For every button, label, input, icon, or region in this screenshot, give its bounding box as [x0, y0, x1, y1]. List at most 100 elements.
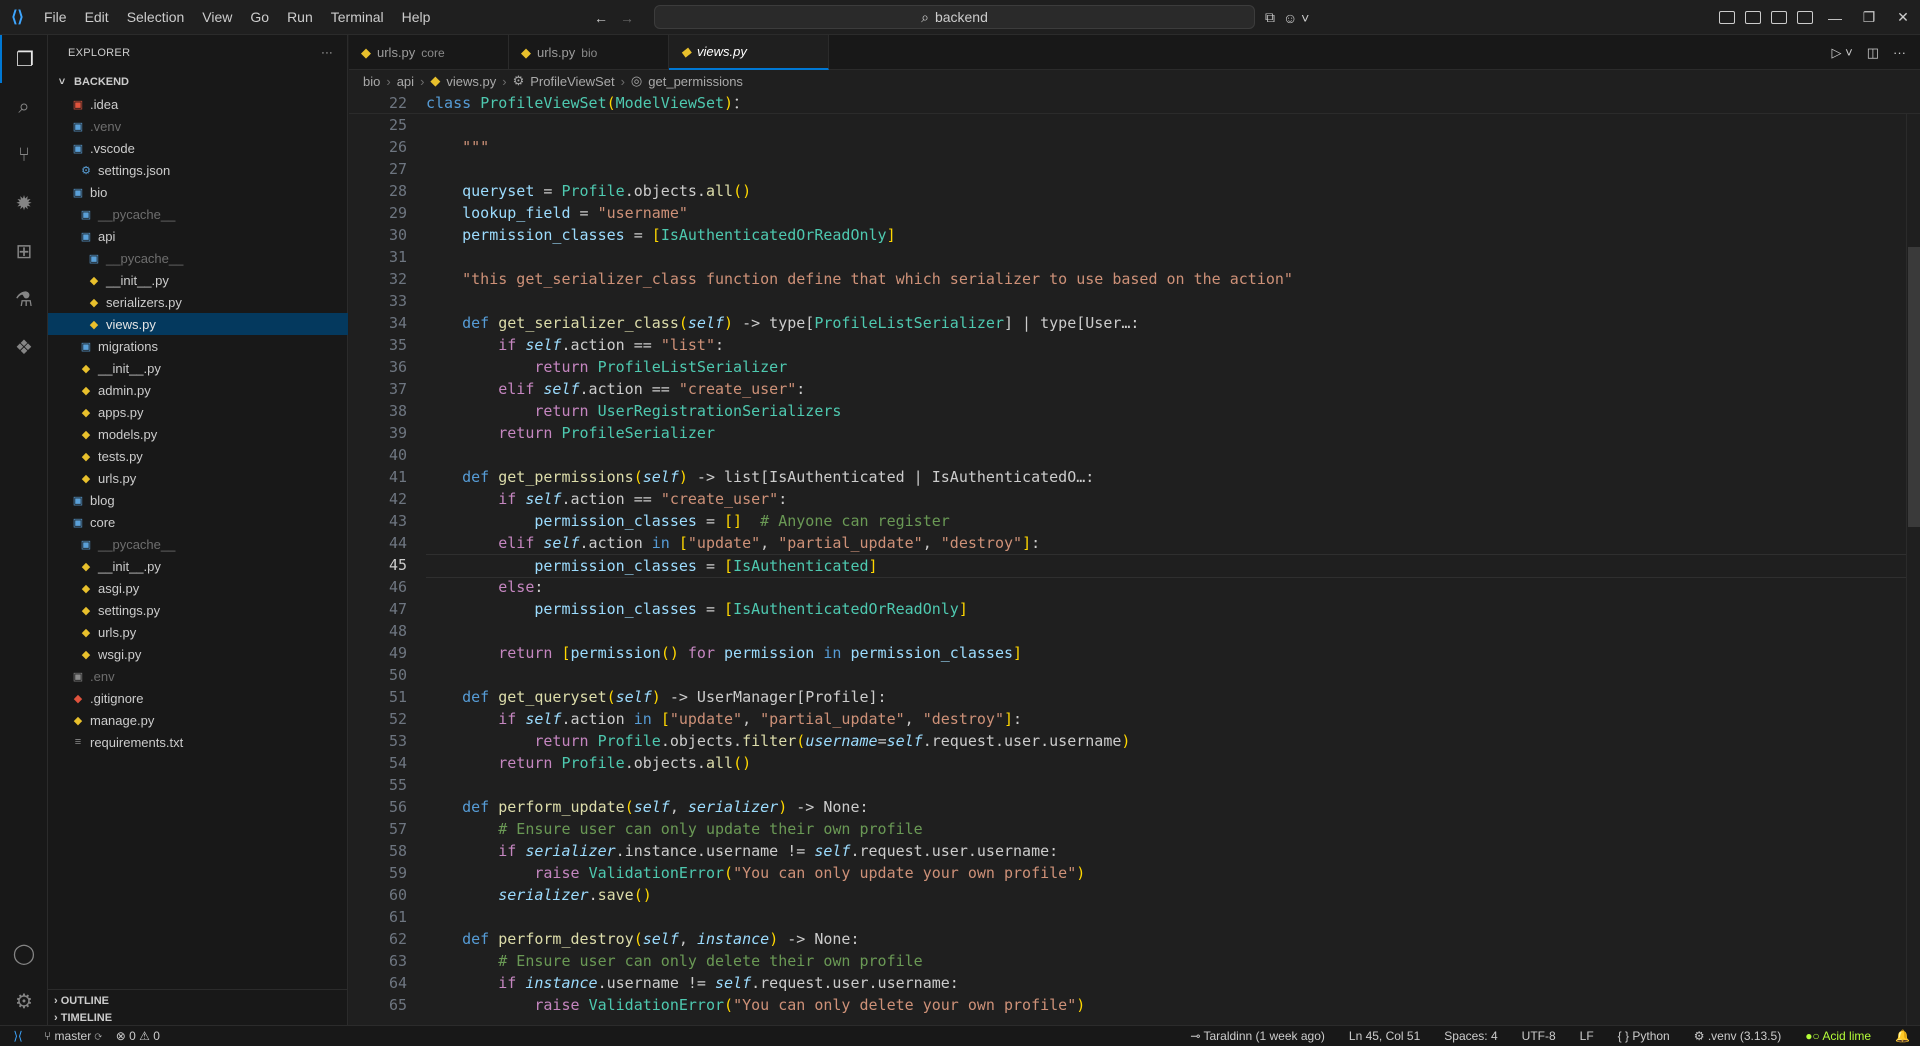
tree-item[interactable]: ▣ .vscode — [48, 137, 348, 159]
copilot-icon[interactable]: ☺ ˅ — [1283, 10, 1309, 26]
menu-terminal[interactable]: Terminal — [322, 0, 393, 35]
language-mode[interactable]: { } Python — [1618, 1029, 1670, 1043]
outline-section[interactable]: › OUTLINE — [48, 989, 348, 1011]
tree-item[interactable]: ▣ __pycache__ — [48, 533, 348, 555]
notifications-bell-icon[interactable]: 🔔 — [1895, 1029, 1910, 1043]
tree-item[interactable]: ≡ requirements.txt — [48, 731, 348, 753]
restore-icon[interactable]: ❐ — [1852, 9, 1886, 26]
settings-gear-icon[interactable]: ⚙ — [0, 977, 48, 1025]
tab-views-py[interactable]: ◆ views.py — [669, 35, 829, 70]
forward-arrow-icon[interactable]: → — [620, 10, 634, 26]
tree-item[interactable]: ◆ apps.py — [48, 401, 348, 423]
tree-item[interactable]: ◆ tests.py — [48, 445, 348, 467]
tree-item[interactable]: ▣ blog — [48, 489, 348, 511]
open-external-icon[interactable]: ⧉ — [1265, 9, 1275, 26]
testing-icon[interactable]: ⚗ — [0, 275, 48, 323]
tree-item[interactable]: ◆ __init__.py — [48, 269, 348, 291]
account-icon[interactable]: ◯ — [0, 929, 48, 977]
more-actions-icon[interactable]: ··· — [321, 47, 333, 59]
explorer-icon[interactable]: ❐ — [0, 35, 48, 83]
split-editor-icon[interactable]: ◫ — [1867, 45, 1879, 61]
breadcrumb-item[interactable]: api — [397, 74, 414, 89]
minimize-icon[interactable]: — — [1818, 10, 1852, 26]
breadcrumb-item[interactable]: ProfileViewSet — [530, 74, 614, 89]
tree-item[interactable]: ◆ .gitignore — [48, 687, 348, 709]
tree-item[interactable]: ▣ bio — [48, 181, 348, 203]
close-icon[interactable]: ✕ — [1886, 9, 1920, 26]
tree-item[interactable]: ◆ __init__.py — [48, 555, 348, 577]
line-number: 27 — [388, 160, 407, 178]
customize-layout-icon[interactable] — [1719, 11, 1735, 24]
workspace-root-label: BACKEND — [74, 76, 129, 88]
remote-icon[interactable]: ⟩⟨ — [6, 1029, 30, 1043]
tree-item-label: migrations — [98, 338, 158, 354]
breadcrumb-item[interactable]: get_permissions — [648, 74, 743, 89]
tree-item[interactable]: ⚙ settings.json — [48, 159, 348, 181]
problems-status[interactable]: ⊗ 0 ⚠ 0 — [116, 1029, 160, 1043]
code-token: [] — [724, 512, 743, 530]
run-icon[interactable]: ▷ ˅ — [1832, 45, 1853, 61]
code-token: self — [642, 468, 679, 486]
cursor-position[interactable]: Ln 45, Col 51 — [1349, 1029, 1420, 1043]
eol-status[interactable]: LF — [1580, 1029, 1594, 1043]
tree-item[interactable]: ◆ asgi.py — [48, 577, 348, 599]
tree-item[interactable]: ◆ admin.py — [48, 379, 348, 401]
tree-item[interactable]: ▣ .idea — [48, 93, 348, 115]
tree-item[interactable]: ▣ .env — [48, 665, 348, 687]
menu-edit[interactable]: Edit — [76, 0, 118, 35]
tree-item[interactable]: ◆ manage.py — [48, 709, 348, 731]
tree-item[interactable]: ◆ urls.py — [48, 467, 348, 489]
tab-urls-py[interactable]: ◆ urls.py bio — [509, 35, 669, 70]
line-number: 47 — [388, 600, 407, 618]
search-view-icon[interactable]: ⌕ — [0, 83, 48, 131]
python-file-icon: ◆ — [89, 274, 99, 287]
tree-item[interactable]: ▣ api — [48, 225, 348, 247]
scrollbar-thumb[interactable] — [1908, 247, 1920, 527]
menu-selection[interactable]: Selection — [118, 0, 194, 35]
code-editor[interactable]: 25 26 27 28 29 30 31 32 33 34 35 36 37 38 39 40 41 42 43 44… — [349, 92, 1920, 1025]
menu-file[interactable]: File — [35, 0, 76, 35]
menu-view[interactable]: View — [193, 0, 241, 35]
extensions-icon[interactable]: ⊞ — [0, 227, 48, 275]
tree-item[interactable]: ◆ wsgi.py — [48, 643, 348, 665]
more-actions-icon[interactable]: ··· — [1893, 45, 1906, 60]
tree-item[interactable]: ▣ migrations — [48, 335, 348, 357]
menu-help[interactable]: Help — [393, 0, 440, 35]
toggle-panel-icon[interactable] — [1771, 11, 1787, 24]
source-control-icon[interactable]: ⑂ — [0, 131, 48, 179]
code-token: IsAuthenticatedOrReadOnly — [660, 226, 887, 244]
indentation-status[interactable]: Spaces: 4 — [1444, 1029, 1497, 1043]
code-line: return ProfileSerializer — [426, 422, 715, 444]
toggle-secondary-sidebar-icon[interactable] — [1797, 11, 1813, 24]
tree-item[interactable]: ◆ serializers.py — [48, 291, 348, 313]
breadcrumb-item[interactable]: views.py — [446, 74, 496, 89]
back-arrow-icon[interactable]: ← — [594, 10, 608, 26]
title-right-icons: ⧉ ☺ ˅ — [1265, 0, 1309, 35]
workspace-root[interactable]: ˅ BACKEND — [48, 71, 348, 93]
tree-item[interactable]: ◆ __init__.py — [48, 357, 348, 379]
branch-status[interactable]: ⑂ master ⟳ — [44, 1029, 102, 1043]
breadcrumb-item[interactable]: bio — [363, 74, 380, 89]
timeline-section[interactable]: › TIMELINE — [48, 1011, 348, 1025]
tree-item[interactable]: ▣ core — [48, 511, 348, 533]
tree-item[interactable]: ◆ urls.py — [48, 621, 348, 643]
tree-item[interactable]: ◆ settings.py — [48, 599, 348, 621]
tree-item[interactable]: ◆ views.py — [48, 313, 348, 335]
editor-scrollbar[interactable] — [1906, 92, 1920, 1025]
command-center-search[interactable]: ⌕ backend — [654, 5, 1255, 29]
tree-item[interactable]: ◆ models.py — [48, 423, 348, 445]
tree-item[interactable]: ▣ __pycache__ — [48, 203, 348, 225]
python-icon[interactable]: ❖ — [0, 323, 48, 371]
toggle-primary-sidebar-icon[interactable] — [1745, 11, 1761, 24]
blame-status[interactable]: ⊸ Taraldinn (1 week ago) — [1190, 1029, 1325, 1043]
theme-status[interactable]: ●○ Acid lime — [1805, 1029, 1871, 1043]
run-debug-icon[interactable]: ✹ — [0, 179, 48, 227]
tab-urls-py[interactable]: ◆ urls.py core — [349, 35, 509, 70]
encoding-status[interactable]: UTF-8 — [1522, 1029, 1556, 1043]
menu-go[interactable]: Go — [241, 0, 278, 35]
tree-item[interactable]: ▣ .venv — [48, 115, 348, 137]
tree-item[interactable]: ▣ __pycache__ — [48, 247, 348, 269]
menu-run[interactable]: Run — [278, 0, 322, 35]
python-env-status[interactable]: ⚙ .venv (3.13.5) — [1694, 1029, 1781, 1043]
